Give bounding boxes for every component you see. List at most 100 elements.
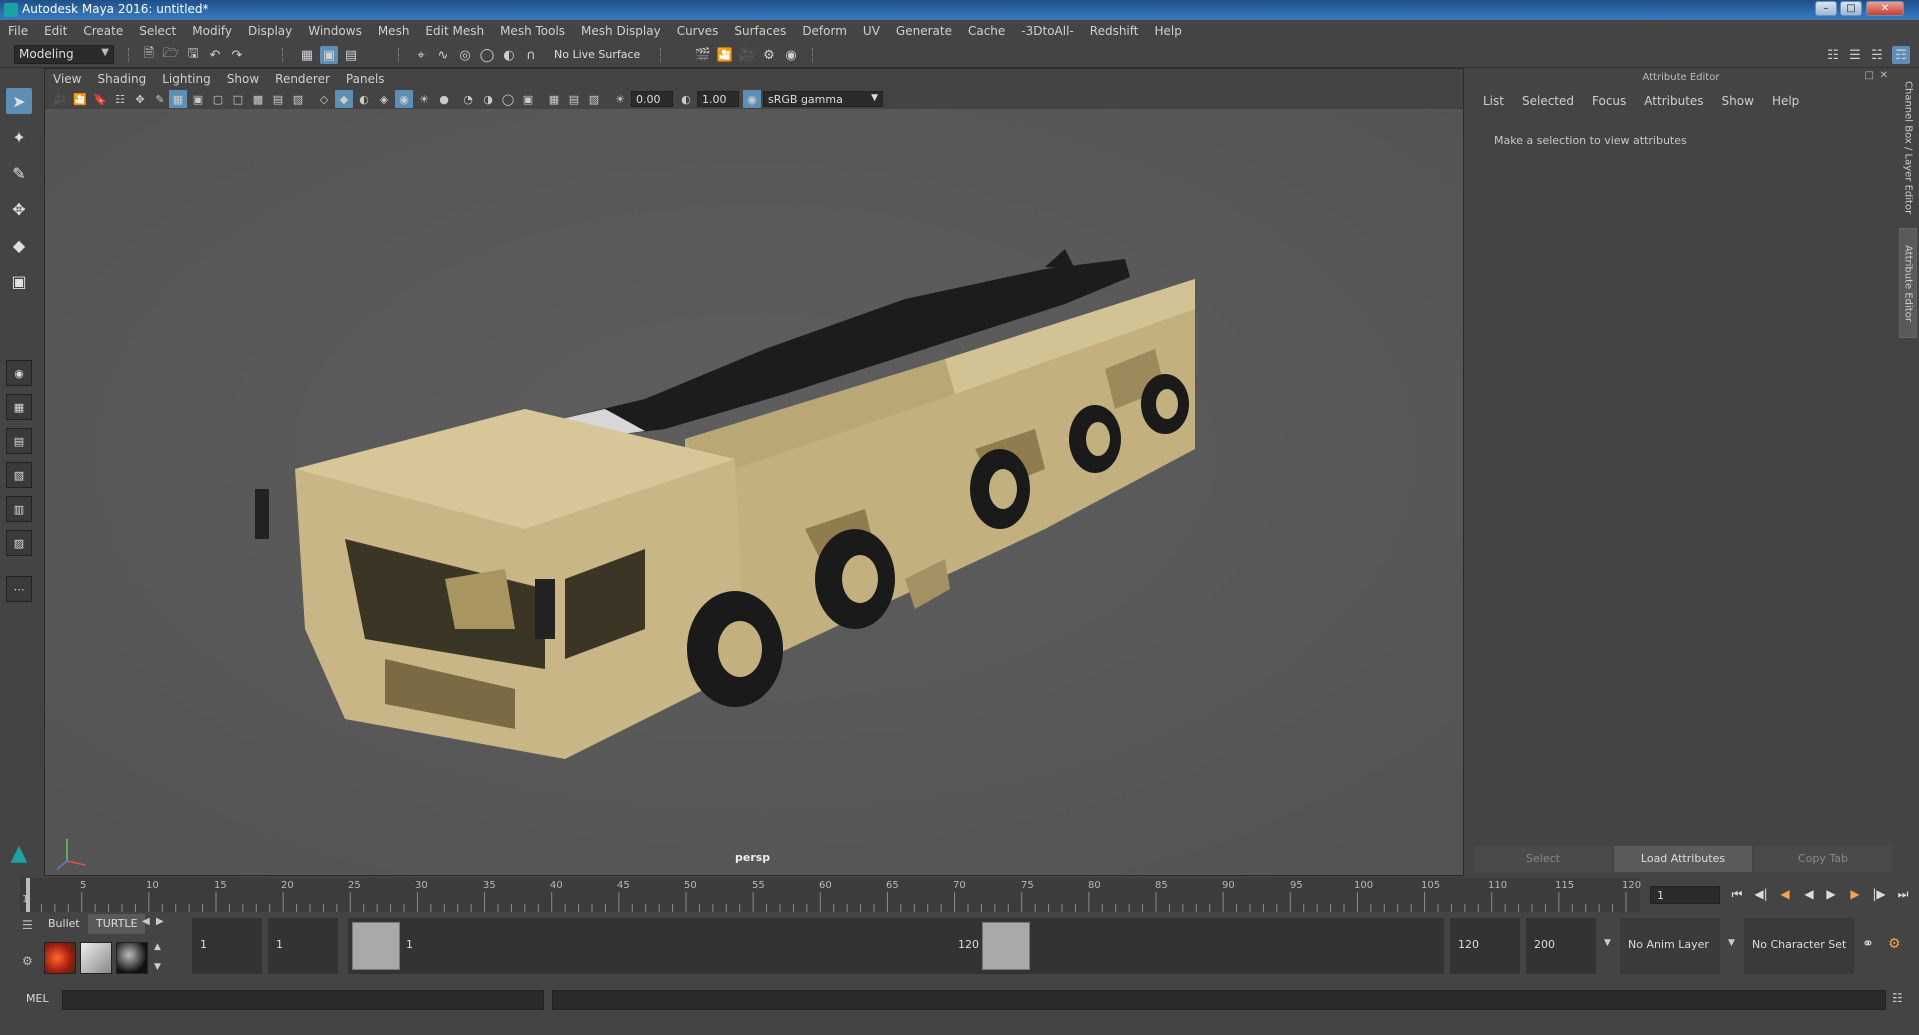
shelf-down-icon[interactable]: ▼ [154,962,161,972]
vp-menu-renderer[interactable]: Renderer [267,72,338,86]
camera-select-icon[interactable]: 🎥 [51,90,69,108]
xray-components-icon[interactable]: ▧ [585,90,603,108]
menu-modify[interactable]: Modify [184,24,240,38]
menu-select[interactable]: Select [131,24,184,38]
single-perspective-layout-icon[interactable]: ◉ [6,360,32,386]
playback-start-field[interactable]: 1 [268,918,338,974]
view-transform-select[interactable]: sRGB gamma ▼ [763,91,883,107]
select-components-icon[interactable]: ▤ [342,46,360,64]
channel-box-tab[interactable]: Channel Box / Layer Editor [1899,78,1917,218]
save-scene-icon[interactable]: 🖫 [184,46,202,64]
play-forwards-icon[interactable]: ▶ [1822,884,1840,904]
ae-menu-selected[interactable]: Selected [1513,94,1583,108]
exposure-field[interactable]: 0.00 [631,91,673,107]
load-attributes-button[interactable]: Load Attributes [1614,846,1752,872]
step-forward-key-icon[interactable]: ▶ [1846,884,1864,904]
gate-mask-icon[interactable]: □ [229,90,247,108]
hypershade-layout-icon[interactable]: ▨ [6,530,32,556]
rotate-tool-icon[interactable]: ◆ [6,232,32,258]
menu-surfaces[interactable]: Surfaces [726,24,794,38]
film-gate-icon[interactable]: ▣ [189,90,207,108]
snap-surface-icon[interactable]: ◐ [500,46,518,64]
image-plane-icon[interactable]: ☷ [111,90,129,108]
chevron-down-icon[interactable]: ▼ [1728,938,1735,948]
shelf-tab-turtle[interactable]: TURTLE [88,914,146,934]
menu-cache[interactable]: Cache [960,24,1013,38]
shelf-tab-bullet[interactable]: Bullet [40,914,88,934]
grease-pencil-icon[interactable]: ✎ [151,90,169,108]
playback-end-field[interactable]: 120 [1450,918,1520,974]
shelf-menu-icon[interactable]: ☰ [22,918,33,932]
snap-magnet-icon[interactable]: ∩ [522,46,540,64]
move-tool-icon[interactable]: ✥ [6,196,32,222]
menu-windows[interactable]: Windows [300,24,370,38]
hypershade-icon[interactable]: ◉ [782,46,800,64]
four-view-layout-icon[interactable]: ▦ [6,394,32,420]
chevron-down-icon[interactable]: ▼ [1604,938,1611,948]
menu-uv[interactable]: UV [855,24,888,38]
ipr-render-icon[interactable]: 🎥 [738,46,756,64]
turtle-render-icon[interactable] [44,942,76,974]
attribute-editor-tab[interactable]: Attribute Editor [1899,228,1917,338]
vp-menu-panels[interactable]: Panels [338,72,393,86]
shelf-up-icon[interactable]: ▲ [154,942,161,952]
menu-deform[interactable]: Deform [794,24,855,38]
textured-icon[interactable]: ◈ [375,90,393,108]
close-button[interactable]: ✕ [1866,1,1904,16]
menu-edit[interactable]: Edit [36,24,75,38]
live-surface-field[interactable]: No Live Surface [550,46,648,64]
persp-outliner-layout-icon[interactable]: ▤ [6,428,32,454]
color-management-icon[interactable]: ◉ [743,90,761,108]
open-scene-icon[interactable]: 🗁 [162,46,180,64]
snap-view-icon[interactable]: ◯ [478,46,496,64]
go-to-start-icon[interactable]: ⏮ [1728,884,1746,904]
ae-menu-list[interactable]: List [1474,94,1513,108]
render-settings-icon[interactable]: ⚙ [760,46,778,64]
shelf-scroll-left-icon[interactable]: ◀ [142,916,150,927]
wireframe-on-shaded-icon[interactable]: ◐ [355,90,373,108]
xray-icon[interactable]: ▦ [545,90,563,108]
exposure-icon[interactable]: ☀ [611,90,629,108]
field-chart-icon[interactable]: ▩ [249,90,267,108]
close-panel-icon[interactable]: ✕ [1880,70,1888,81]
snap-curve-icon[interactable]: ∿ [434,46,452,64]
modeling-toolkit-icon[interactable]: ☷ [1824,46,1842,64]
menu-mesh[interactable]: Mesh [370,24,418,38]
bookmark-icon[interactable]: 🔖 [91,90,109,108]
undo-icon[interactable]: ↶ [206,46,224,64]
ae-menu-show[interactable]: Show [1713,94,1763,108]
auto-key-icon[interactable]: ⚭ [1862,936,1874,952]
menu-display[interactable]: Display [240,24,300,38]
menu-redshift[interactable]: Redshift [1082,24,1147,38]
multisample-aa-icon[interactable]: ◑ [479,90,497,108]
step-back-frame-icon[interactable]: ◀| [1752,884,1770,904]
menu-file[interactable]: File [0,24,36,38]
select-hierarchy-icon[interactable]: ▦ [298,46,316,64]
step-forward-frame-icon[interactable]: |▶ [1870,884,1888,904]
ae-menu-help[interactable]: Help [1763,94,1808,108]
turtle-sphere-icon[interactable] [116,942,148,974]
menu-curves[interactable]: Curves [669,24,727,38]
minimize-button[interactable]: – [1815,1,1837,16]
command-input[interactable] [62,990,544,1010]
shadows-icon[interactable]: ☀ [415,90,433,108]
resolution-gate-icon[interactable]: ▢ [209,90,227,108]
motion-blur-icon[interactable]: ◔ [459,90,477,108]
ambient-occlusion-icon[interactable]: ● [435,90,453,108]
float-panel-icon[interactable]: □ [1865,70,1874,81]
smooth-shade-icon[interactable]: ◆ [335,90,353,108]
menu-create[interactable]: Create [75,24,131,38]
vp-menu-view[interactable]: View [45,72,89,86]
ae-select-button[interactable]: Select [1474,846,1612,872]
character-set-select[interactable]: No Character Set [1744,918,1854,974]
menu-mesh-display[interactable]: Mesh Display [573,24,669,38]
anim-layer-select[interactable]: No Anim Layer [1620,918,1720,974]
current-frame-field[interactable]: 1 [1650,886,1720,904]
new-scene-icon[interactable]: 🗎 [140,46,158,64]
attribute-editor-toggle-icon[interactable]: ☰ [1846,46,1864,64]
depth-of-field-icon[interactable]: ◯ [499,90,517,108]
2d-pan-zoom-icon[interactable]: ✥ [131,90,149,108]
animation-start-field[interactable]: 1 [192,918,262,974]
outliner-layout-icon[interactable]: ▥ [6,496,32,522]
isolate-select-icon[interactable]: ▣ [519,90,537,108]
